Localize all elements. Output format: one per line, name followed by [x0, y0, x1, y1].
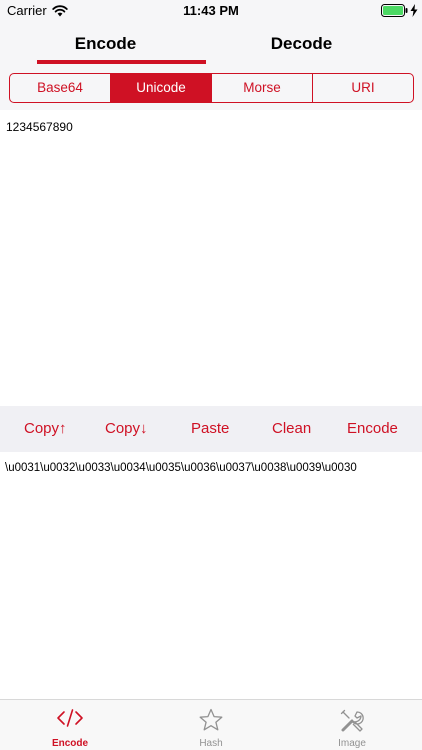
code-icon: [0, 708, 140, 732]
output-text: \u0031\u0032\u0033\u0034\u0035\u0036\u00…: [5, 462, 357, 474]
segment-morse[interactable]: Morse: [211, 74, 312, 102]
bottom-tab-image[interactable]: Image: [282, 700, 422, 750]
action-bar: Copy↑ Copy↓ Paste Clean Encode: [0, 406, 422, 452]
tab-decode[interactable]: Decode: [196, 22, 407, 66]
clean-button[interactable]: Clean: [272, 406, 311, 452]
charging-icon: [410, 4, 418, 22]
copy-up-button[interactable]: Copy↑: [24, 406, 67, 452]
tools-icon: [282, 708, 422, 732]
encoding-type-bar: Base64 Unicode Morse URI: [0, 66, 422, 110]
bottom-tab-hash[interactable]: Hash: [141, 700, 281, 750]
segment-uri[interactable]: URI: [312, 74, 413, 102]
star-icon: [141, 708, 281, 732]
output-text-area[interactable]: \u0031\u0032\u0033\u0034\u0035\u0036\u00…: [0, 452, 422, 699]
bottom-tab-encode[interactable]: Encode: [0, 700, 140, 750]
encode-button[interactable]: Encode: [347, 406, 398, 452]
input-text: 1234567890: [6, 120, 73, 134]
input-text-area[interactable]: 1234567890: [0, 112, 422, 406]
encoding-segmented-control: Base64 Unicode Morse URI: [9, 73, 414, 103]
bottom-tab-bar: Encode Hash Image: [0, 699, 422, 750]
bottom-tab-label: Encode: [51, 738, 89, 749]
status-bar: Carrier 11:43 PM: [0, 0, 422, 22]
bottom-tab-label: Image: [338, 738, 366, 749]
battery-icon: [381, 4, 408, 22]
bottom-tab-label: Hash: [199, 738, 223, 749]
status-time: 11:43 PM: [183, 3, 239, 18]
segment-unicode[interactable]: Unicode: [110, 74, 211, 102]
copy-down-button[interactable]: Copy↓: [105, 406, 148, 452]
segment-base64[interactable]: Base64: [10, 74, 110, 102]
active-tab-indicator: [37, 60, 206, 64]
paste-button[interactable]: Paste: [191, 406, 229, 452]
